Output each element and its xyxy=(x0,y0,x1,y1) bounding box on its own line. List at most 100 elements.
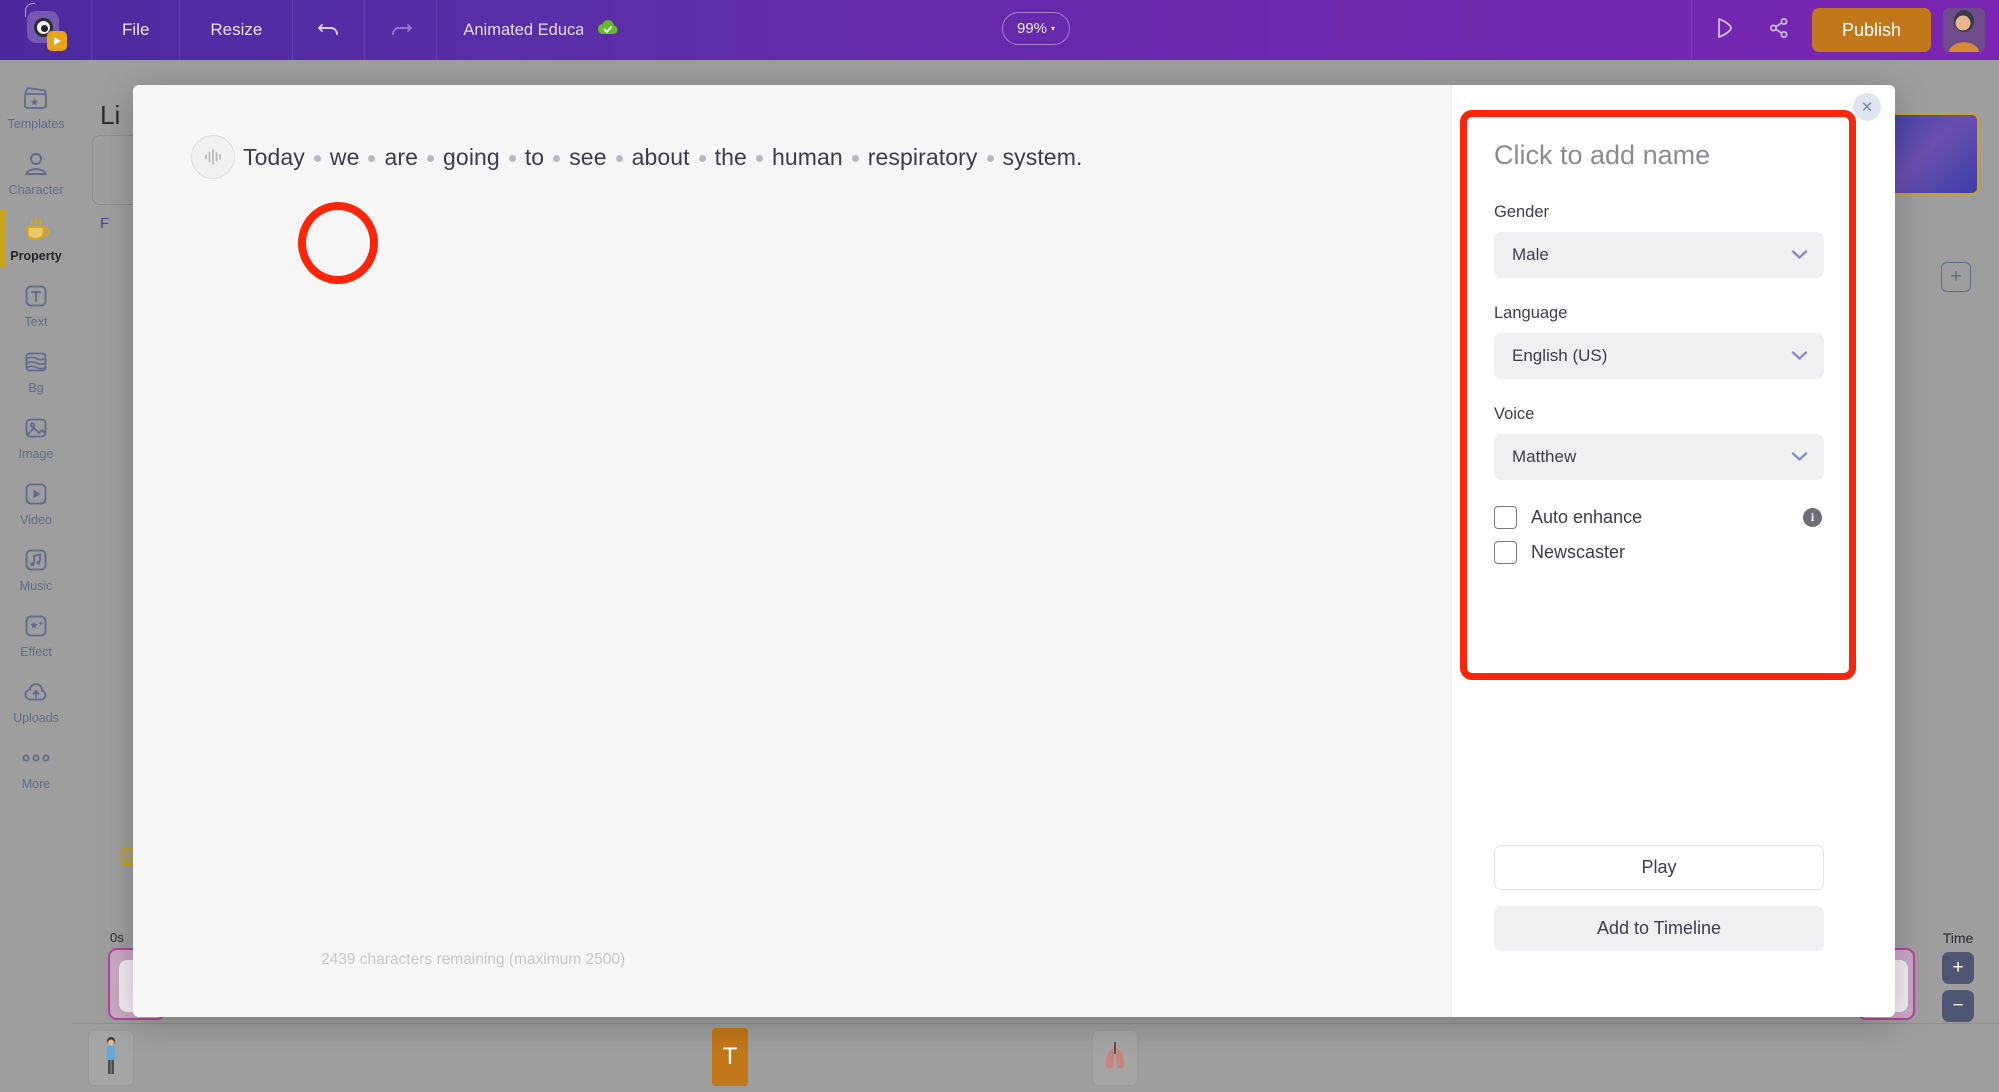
script-text[interactable]: Today we are going to see about the human respira… xyxy=(243,144,1082,171)
timeline-asset-strip: T xyxy=(72,1023,1999,1092)
script-word[interactable]: system. xyxy=(1003,144,1083,170)
voice-value: Matthew xyxy=(1512,447,1577,466)
sidebar-item-character[interactable]: Character xyxy=(0,140,72,206)
file-menu[interactable]: File xyxy=(92,0,181,60)
script-word[interactable]: respiratory xyxy=(868,144,978,170)
undo-icon xyxy=(316,17,342,44)
auto-enhance-label: Auto enhance xyxy=(1531,507,1643,527)
library-filter-label[interactable]: F xyxy=(100,215,109,232)
time-zoom-out-button[interactable]: − xyxy=(1942,990,1974,1022)
script-word[interactable]: the xyxy=(715,144,747,170)
timeline-text-clip[interactable]: T xyxy=(712,1028,748,1086)
undo-button[interactable] xyxy=(293,0,366,60)
info-icon[interactable]: i xyxy=(1803,508,1822,527)
top-toolbar: File Resize Animated Educa 99% ▾ Publish xyxy=(0,0,1999,60)
newscaster-label: Newscaster xyxy=(1531,542,1626,562)
sidebar-label-music: Music xyxy=(19,579,53,593)
newscaster-checkbox[interactable] xyxy=(1494,541,1517,564)
script-word[interactable]: see xyxy=(569,144,606,170)
character-thumb-icon xyxy=(100,1035,122,1082)
sidebar-item-property[interactable]: Property xyxy=(0,206,72,272)
timeline-lungs-thumb[interactable] xyxy=(1092,1030,1138,1086)
sidebar-item-templates[interactable]: Templates xyxy=(0,74,72,140)
script-word[interactable]: are xyxy=(384,144,418,170)
word-separator-dot xyxy=(615,154,623,162)
music-icon xyxy=(22,545,50,575)
app-logo-icon xyxy=(24,3,67,51)
newscaster-row: Newscaster xyxy=(1494,541,1824,564)
time-zoom-in-button[interactable]: + xyxy=(1942,952,1974,984)
project-name[interactable]: Animated Educa xyxy=(463,21,583,40)
video-icon xyxy=(22,479,50,509)
zoom-level-label: 99% xyxy=(1017,20,1048,37)
sidebar-label-templates: Templates xyxy=(7,117,65,131)
script-word[interactable]: we xyxy=(330,144,360,170)
app-root: File Resize Animated Educa 99% ▾ Publish… xyxy=(0,0,1999,1092)
uploads-cloud-icon xyxy=(21,677,51,707)
auto-enhance-row: Auto enhance i xyxy=(1494,506,1824,529)
sidebar-label-video: Video xyxy=(20,513,52,527)
gender-select[interactable]: Male xyxy=(1494,232,1824,278)
more-dots-icon xyxy=(19,743,53,773)
word-separator-dot xyxy=(755,154,763,162)
auto-enhance-checkbox[interactable] xyxy=(1494,506,1517,529)
share-button[interactable] xyxy=(1752,0,1806,60)
gender-label: Gender xyxy=(1494,203,1550,221)
background-icon xyxy=(22,347,50,377)
add-to-timeline-button[interactable]: Add to Timeline xyxy=(1494,906,1824,951)
library-panel-title: Li xyxy=(100,100,121,130)
script-word[interactable]: to xyxy=(525,144,544,170)
project-title-area[interactable]: Animated Educa xyxy=(437,0,641,60)
language-select[interactable]: English (US) xyxy=(1494,333,1824,379)
sidebar-item-music[interactable]: Music xyxy=(0,536,72,602)
redo-button[interactable] xyxy=(365,0,438,60)
text-clip-label: T xyxy=(722,1043,738,1070)
sidebar-label-image: Image xyxy=(18,447,54,461)
script-word[interactable]: Today xyxy=(243,144,305,170)
sidebar-item-image[interactable]: Image xyxy=(0,404,72,470)
preview-button[interactable] xyxy=(1698,0,1752,60)
sidebar-label-character: Character xyxy=(8,183,64,197)
voice-settings-panel: Click to add name Gender Male Language E… xyxy=(1451,85,1895,1017)
word-separator-dot xyxy=(851,154,859,162)
zoom-level-selector[interactable]: 99% ▾ xyxy=(1002,12,1071,45)
lungs-thumb-icon xyxy=(1100,1039,1130,1078)
resize-menu-label: Resize xyxy=(210,20,263,39)
publish-button[interactable]: Publish xyxy=(1811,8,1931,52)
word-separator-dot xyxy=(986,154,994,162)
timeline-character-thumb[interactable] xyxy=(88,1030,134,1086)
character-icon xyxy=(22,149,50,179)
sidebar-item-effect[interactable]: Effect xyxy=(0,602,72,668)
audio-waveform-icon[interactable] xyxy=(191,135,235,179)
redo-icon xyxy=(388,17,414,44)
chevron-down-icon xyxy=(1791,247,1808,264)
publish-button-label: Publish xyxy=(1841,19,1901,40)
script-word[interactable]: going xyxy=(443,144,500,170)
play-button[interactable]: Play xyxy=(1494,845,1824,890)
voice-settings-form: Click to add name Gender Male Language E… xyxy=(1494,140,1824,576)
close-icon[interactable]: ✕ xyxy=(1853,93,1881,121)
image-icon xyxy=(22,413,50,443)
character-counter: 2439 characters remaining (maximum 2500) xyxy=(321,951,626,968)
chevron-down-icon: ▾ xyxy=(1051,23,1056,33)
script-line: Today we are going to see about the human respira… xyxy=(191,135,1391,179)
sidebar-item-more[interactable]: More xyxy=(0,734,72,800)
sidebar-item-uploads[interactable]: Uploads xyxy=(0,668,72,734)
voice-select[interactable]: Matthew xyxy=(1494,434,1824,480)
chevron-down-icon xyxy=(1791,348,1808,365)
user-avatar[interactable] xyxy=(1943,8,1985,52)
script-word[interactable]: about xyxy=(632,144,690,170)
add-slide-button[interactable]: + xyxy=(1941,262,1971,292)
sidebar-label-more: More xyxy=(21,777,51,791)
resize-menu[interactable]: Resize xyxy=(180,0,294,60)
sidebar-item-text[interactable]: Text xyxy=(0,272,72,338)
app-logo-button[interactable] xyxy=(0,0,92,60)
voice-name-field[interactable]: Click to add name xyxy=(1494,140,1824,171)
sidebar-item-bg[interactable]: Bg xyxy=(0,338,72,404)
sidebar-label-bg: Bg xyxy=(28,381,44,395)
script-word[interactable]: human xyxy=(772,144,843,170)
effect-icon xyxy=(22,611,50,641)
script-editor-area[interactable]: Today we are going to see about the human respira… xyxy=(133,85,1451,1017)
sidebar-item-video[interactable]: Video xyxy=(0,470,72,536)
word-separator-dot xyxy=(368,154,376,162)
